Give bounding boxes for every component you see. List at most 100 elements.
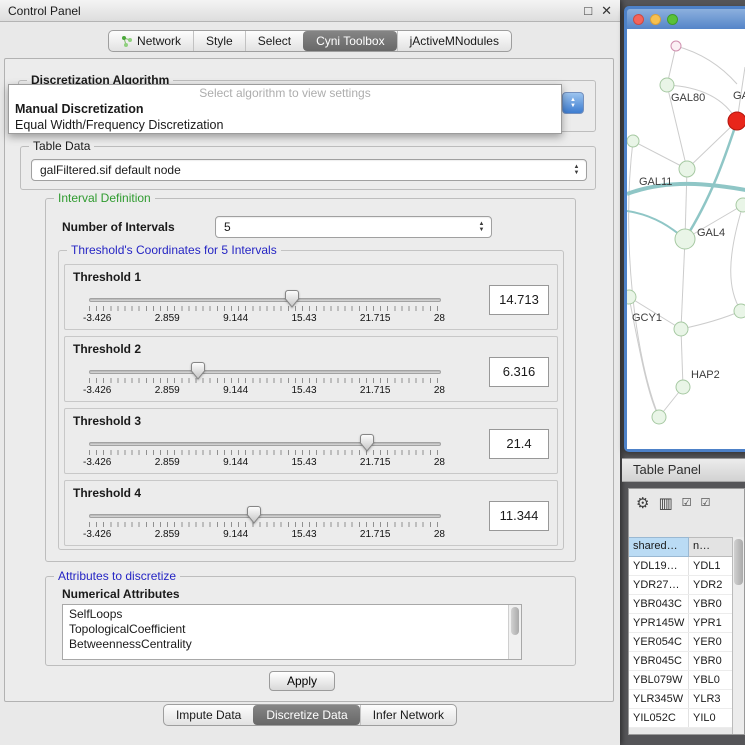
slider-track[interactable] bbox=[89, 298, 441, 302]
float-window-icon[interactable]: □ bbox=[584, 3, 592, 18]
table-panel-window: ⚙ ▥ ☑ ☑ shared… n… YDL19…YDL1 YDR27…YDR2… bbox=[628, 488, 745, 735]
slider-ticks bbox=[89, 378, 441, 383]
node[interactable] bbox=[674, 322, 688, 336]
tab-select[interactable]: Select bbox=[245, 31, 303, 51]
network-icon bbox=[121, 35, 133, 47]
table-row[interactable]: YIL052CYIL0 bbox=[629, 709, 734, 728]
slider-ticks bbox=[89, 522, 441, 527]
window-title: Control Panel bbox=[8, 4, 575, 18]
slider-scale-labels: -3.426 2.859 9.144 15.43 21.715 28 bbox=[83, 529, 445, 540]
control-panel-window: Control Panel □ ✕ Network Style Select bbox=[0, 0, 620, 745]
table-row[interactable]: YBR043CYBR0 bbox=[629, 595, 734, 614]
table-scrollbar[interactable] bbox=[732, 537, 744, 734]
node[interactable] bbox=[736, 198, 745, 212]
threshold-1-value-field[interactable]: 14.713 bbox=[489, 285, 549, 315]
table-data-group: Table Data galFiltered.sif default node … bbox=[20, 146, 596, 190]
node-label: GCY1 bbox=[632, 312, 662, 324]
threshold-4-value-field[interactable]: 11.344 bbox=[489, 501, 549, 531]
tab-label: Select bbox=[258, 34, 291, 48]
slider-thumb[interactable] bbox=[360, 434, 374, 452]
node[interactable] bbox=[627, 135, 639, 147]
threshold-label: Threshold 3 bbox=[73, 414, 141, 428]
node-gal4[interactable] bbox=[675, 229, 695, 249]
table-row[interactable]: YER054CYER0 bbox=[629, 633, 734, 652]
tab-label: Impute Data bbox=[176, 708, 241, 722]
attributes-to-discretize-group: Attributes to discretize Numerical Attri… bbox=[45, 576, 576, 666]
threshold-label: Threshold 1 bbox=[73, 270, 141, 284]
table-row[interactable]: YPR145WYPR1 bbox=[629, 614, 734, 633]
columns-icon[interactable]: ▥ bbox=[658, 496, 672, 511]
slider-thumb[interactable] bbox=[285, 290, 299, 308]
group-label: Threshold's Coordinates for 5 Intervals bbox=[67, 243, 281, 257]
threshold-3-slider[interactable]: -3.426 2.859 9.144 15.43 21.715 28 bbox=[89, 433, 441, 473]
table-row[interactable]: YBR045CYBR0 bbox=[629, 652, 734, 671]
select-all-icon[interactable]: ☑ bbox=[701, 498, 711, 509]
apply-button[interactable]: Apply bbox=[269, 671, 335, 691]
table-row[interactable]: YDL19…YDL1 bbox=[629, 557, 734, 576]
close-window-icon[interactable]: ✕ bbox=[601, 3, 612, 19]
node[interactable] bbox=[734, 304, 745, 318]
threshold-2-value-field[interactable]: 6.316 bbox=[489, 357, 549, 387]
threshold-2-panel: Threshold 2 -3.426 2.859 9.144 15.43 21 bbox=[64, 336, 558, 402]
group-label: Table Data bbox=[29, 139, 94, 153]
algorithm-combo-stepper[interactable]: ▲ ▼ bbox=[562, 92, 584, 114]
node[interactable] bbox=[671, 41, 681, 51]
table-row[interactable]: YBL079WYBL0 bbox=[629, 671, 734, 690]
gear-icon[interactable]: ⚙ bbox=[636, 496, 649, 511]
slider-track[interactable] bbox=[89, 442, 441, 446]
table-body: YDL19…YDL1 YDR27…YDR2 YBR043CYBR0 YPR145… bbox=[629, 557, 734, 728]
top-tab-bar: Network Style Select Cyni Toolbox jActiv… bbox=[0, 30, 620, 52]
network-canvas[interactable]: GAL80 GA GAL11 GAL4 GCY1 HAP2 bbox=[627, 29, 745, 449]
tab-style[interactable]: Style bbox=[193, 31, 245, 51]
node-gcy1[interactable] bbox=[627, 290, 636, 304]
threshold-4-slider[interactable]: -3.426 2.859 9.144 15.43 21.715 28 bbox=[89, 505, 441, 545]
tab-cyni-toolbox[interactable]: Cyni Toolbox bbox=[303, 31, 396, 51]
tab-label: Network bbox=[137, 34, 181, 48]
node-hap2[interactable] bbox=[676, 380, 690, 394]
scrollbar-thumb[interactable] bbox=[511, 607, 519, 635]
zoom-traffic-light[interactable] bbox=[667, 14, 678, 25]
list-item[interactable]: SelfLoops bbox=[69, 607, 521, 622]
interval-definition-group: Interval Definition Number of Intervals … bbox=[45, 198, 576, 562]
threshold-3-value-field[interactable]: 21.4 bbox=[489, 429, 549, 459]
number-of-intervals-combo[interactable]: 5 ▲▼ bbox=[215, 216, 492, 238]
node-selected[interactable] bbox=[728, 112, 745, 130]
threshold-1-slider[interactable]: -3.426 2.859 9.144 15.43 21.715 28 bbox=[89, 289, 441, 329]
close-traffic-light[interactable] bbox=[633, 14, 644, 25]
list-item[interactable]: TopologicalCoefficient bbox=[69, 622, 521, 637]
combo-stepper-icon: ▲▼ bbox=[569, 164, 586, 176]
node-label: GAL4 bbox=[697, 227, 725, 239]
tab-discretize-data[interactable]: Discretize Data bbox=[253, 705, 359, 725]
node-gal80[interactable] bbox=[660, 78, 674, 92]
select-visible-icon[interactable]: ☑ bbox=[682, 498, 692, 509]
list-item[interactable]: BetweennessCentrality bbox=[69, 637, 521, 652]
column-header-shared-name[interactable]: shared… bbox=[629, 537, 689, 557]
tab-jactivemnodules[interactable]: jActiveMNodules bbox=[397, 31, 511, 51]
tab-infer-network[interactable]: Infer Network bbox=[360, 705, 456, 725]
node[interactable] bbox=[652, 410, 666, 424]
slider-thumb[interactable] bbox=[191, 362, 205, 380]
algorithm-dropdown-popup: Select algorithm to view settings Manual… bbox=[8, 84, 562, 134]
table-data-combo[interactable]: galFiltered.sif default node ▲▼ bbox=[31, 159, 587, 181]
scrollbar-thumb[interactable] bbox=[734, 539, 743, 585]
group-label: Interval Definition bbox=[54, 191, 155, 205]
dropdown-option-manual-discretization[interactable]: Manual Discretization bbox=[9, 101, 561, 117]
slider-scale-labels: -3.426 2.859 9.144 15.43 21.715 28 bbox=[83, 313, 445, 324]
column-header-name[interactable]: n… bbox=[689, 537, 734, 557]
dropdown-option-equal-width-frequency[interactable]: Equal Width/Frequency Discretization bbox=[9, 117, 561, 133]
table-row[interactable]: YDR27…YDR2 bbox=[629, 576, 734, 595]
table-row[interactable]: YLR345WYLR3 bbox=[629, 690, 734, 709]
tab-network[interactable]: Network bbox=[109, 31, 193, 51]
slider-thumb[interactable] bbox=[247, 506, 261, 524]
node-gal11[interactable] bbox=[679, 161, 695, 177]
list-scrollbar[interactable] bbox=[508, 605, 521, 659]
network-view-window: GAL80 GA GAL11 GAL4 GCY1 HAP2 bbox=[624, 6, 745, 452]
slider-scale-labels: -3.426 2.859 9.144 15.43 21.715 28 bbox=[83, 457, 445, 468]
slider-track[interactable] bbox=[89, 514, 441, 518]
node-label: HAP2 bbox=[691, 369, 720, 381]
minimize-traffic-light[interactable] bbox=[650, 14, 661, 25]
table-toolbar: ⚙ ▥ ☑ ☑ bbox=[629, 489, 744, 517]
tab-impute-data[interactable]: Impute Data bbox=[164, 705, 253, 725]
slider-track[interactable] bbox=[89, 370, 441, 374]
threshold-2-slider[interactable]: -3.426 2.859 9.144 15.43 21.715 28 bbox=[89, 361, 441, 401]
